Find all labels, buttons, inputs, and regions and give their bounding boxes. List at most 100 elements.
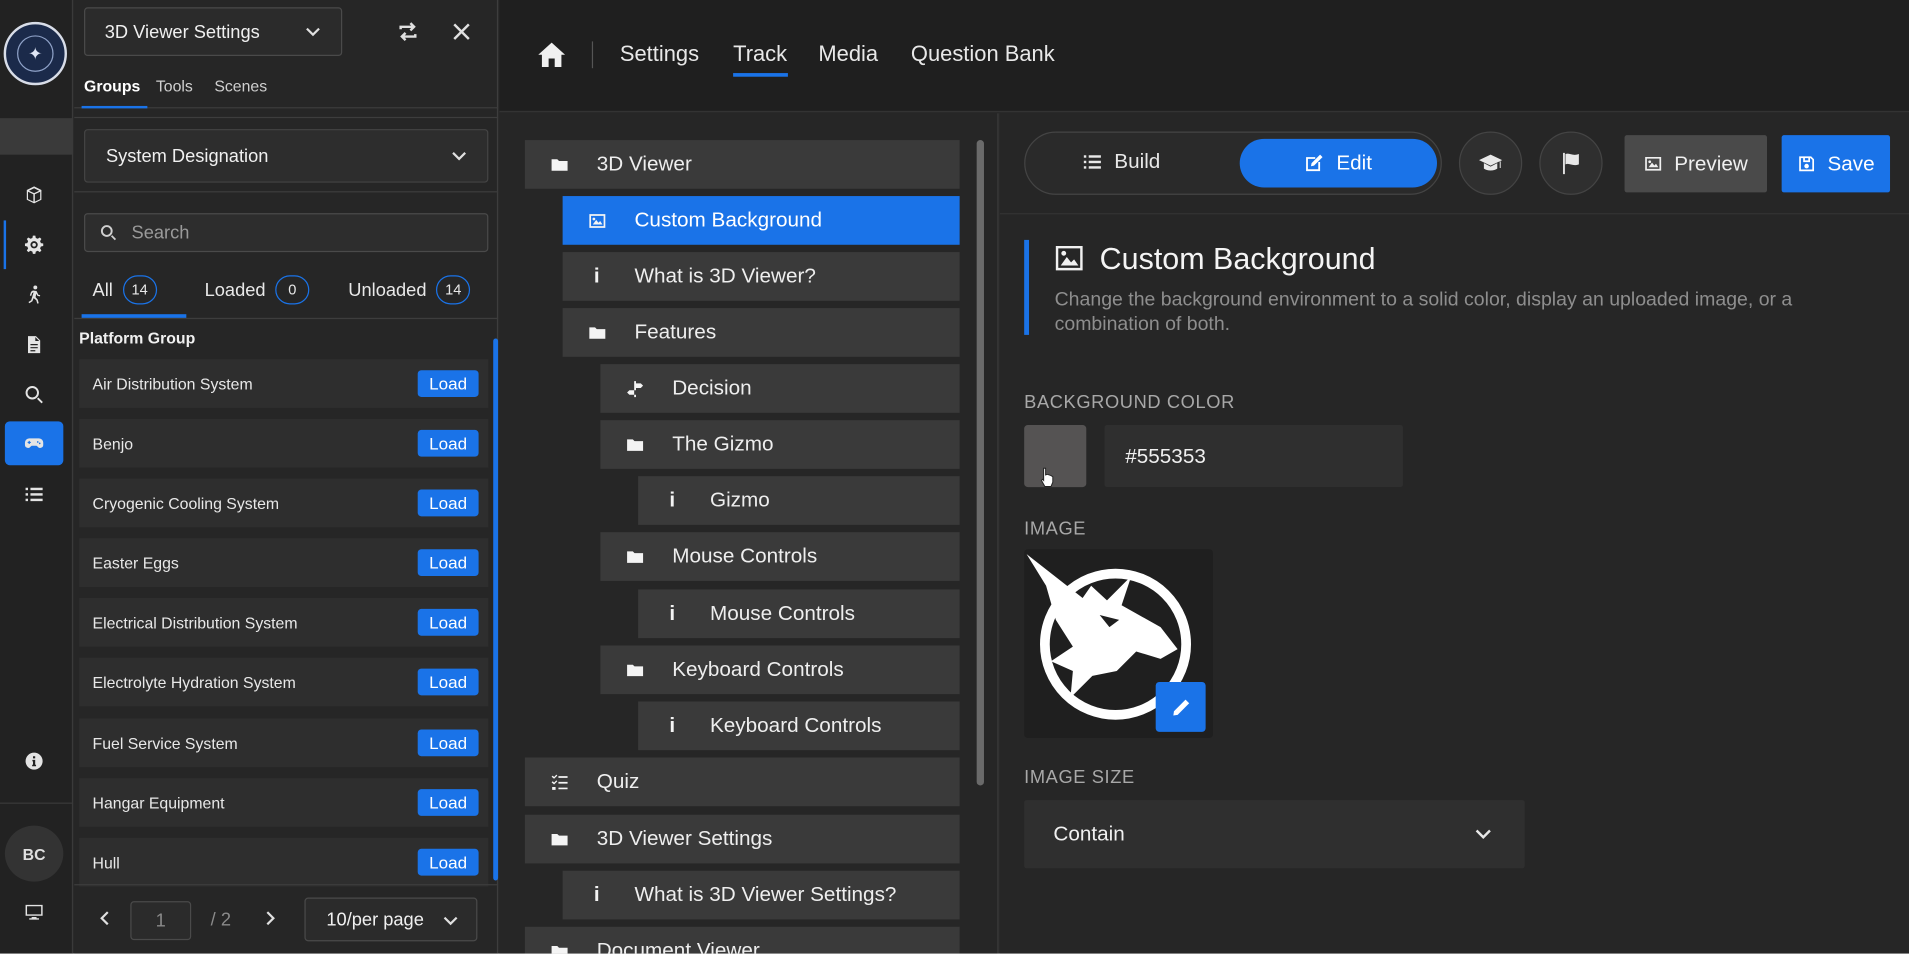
refresh-icon [399,22,417,42]
next-page-icon[interactable] [262,910,279,927]
search-icon [25,386,43,404]
folder-icon [625,660,644,679]
edit-image-button[interactable] [1155,681,1206,732]
preview-button[interactable]: Preview [1624,135,1768,193]
load-button[interactable]: Load [417,489,479,517]
tree-item-info[interactable]: i Mouse Controls [638,589,960,639]
load-button[interactable]: Load [417,370,479,398]
rail-walk-button[interactable] [5,273,63,317]
search-input[interactable]: Search [84,213,489,253]
tree-item-folder[interactable]: Keyboard Controls [600,645,960,695]
rail-cube-button[interactable] [5,173,63,217]
group-by-dropdown[interactable]: System Designation [84,129,489,183]
rail-info-button[interactable] [5,739,63,783]
tree-item-label: 3D Viewer [596,152,692,176]
image-label: IMAGE [1024,518,1087,540]
filter-all[interactable]: All 14 [93,275,157,305]
group-title: Platform Group [79,328,196,348]
rail-settings-button[interactable] [5,223,63,267]
tree-item-decision[interactable]: Decision [600,364,960,413]
tree-item-folder[interactable]: Features [562,308,960,357]
nav-question-bank[interactable]: Question Bank [911,41,1055,67]
nav-track[interactable]: Track [733,41,787,67]
close-panel-button[interactable] [444,15,478,49]
rail-display-button[interactable] [5,890,63,934]
load-button[interactable]: Load [417,608,479,636]
rail-list-button[interactable] [5,473,63,517]
tree-item-info[interactable]: i Gizmo [638,476,960,525]
tree-item-label: Decision [672,376,752,400]
tree-item-label: Document Viewer [596,938,760,954]
hex-color-input[interactable]: #555353 [1104,425,1403,488]
folder-icon [587,323,606,342]
tree-item-label: Quiz [596,769,640,793]
edit-mode-button[interactable]: Edit [1239,138,1438,188]
tree-item-info[interactable]: i What is 3D Viewer Settings? [562,870,960,920]
learning-button[interactable] [1458,131,1523,195]
info-icon: i [669,713,676,737]
flag-button[interactable] [1539,131,1603,195]
user-avatar[interactable]: BC [4,825,64,882]
scene-selector-dropdown[interactable]: 3D Viewer Settings [84,7,343,57]
pagination: 1 / 2 10/per page [74,884,499,953]
per-page-dropdown[interactable]: 10/per page [304,897,478,942]
list-item: Fuel Service System Load [79,718,489,768]
home-icon[interactable] [536,39,568,71]
rail-gamepad-button[interactable] [4,421,64,466]
filter-loaded[interactable]: Loaded 0 [205,275,310,305]
color-swatch[interactable] [1024,425,1087,488]
system-name: Fuel Service System [92,733,238,752]
panel-tabs: Groups Tools Scenes [74,67,499,109]
chevron-down-icon [452,152,466,161]
tab-scenes[interactable]: Scenes [214,77,267,95]
tree-item-info[interactable]: i What is 3D Viewer? [562,252,960,301]
load-button[interactable]: Load [417,549,479,577]
page-description: Change the background environment to a s… [1054,289,1793,335]
system-name: Easter Eggs [92,553,179,572]
load-button[interactable]: Load [417,789,479,816]
tree-item-selected[interactable]: Custom Background [562,196,960,245]
list-item: Cryogenic Cooling System Load [79,478,489,528]
load-filter-tabs: All 14 Loaded 0 Unloaded 14 [74,265,499,320]
cube-icon [26,186,42,204]
tree-item-folder[interactable]: Mouse Controls [600,532,960,581]
per-page-value: 10/per page [326,909,424,930]
track-tree: 3D Viewer Custom Background i What is 3D… [499,113,999,954]
scene-selector-value: 3D Viewer Settings [104,21,260,43]
gamepad-icon [24,438,44,448]
list-scrollbar[interactable] [493,338,499,881]
load-button[interactable]: Load [417,848,479,876]
panel-divider [74,191,499,193]
info-icon: i [593,882,600,907]
image-size-label: IMAGE SIZE [1024,767,1135,788]
tree-item-folder[interactable]: 3D Viewer Settings [524,814,960,864]
load-button[interactable]: Load [417,729,479,757]
nav-media[interactable]: Media [818,41,878,67]
tree-item-label: The Gizmo [672,432,774,456]
prev-page-icon[interactable] [96,910,113,927]
tree-item-folder[interactable]: 3D Viewer [524,140,960,189]
tab-tools[interactable]: Tools [156,77,193,95]
nav-settings[interactable]: Settings [620,41,699,67]
tree-scrollbar[interactable] [976,140,984,786]
tree-item-quiz[interactable]: Quiz [524,757,960,807]
image-icon [1055,245,1083,271]
image-size-select[interactable]: Contain [1024,800,1525,869]
build-mode-button[interactable]: Build [1083,150,1160,174]
rail-search-button[interactable] [5,373,63,417]
list-item: Hull Load [79,837,489,887]
rail-document-button[interactable] [5,323,63,367]
monitor-icon [25,904,43,920]
tree-item-info[interactable]: i Keyboard Controls [638,701,960,751]
tree-item-folder[interactable]: Document Viewer [524,926,960,954]
load-button[interactable]: Load [417,668,479,696]
refresh-button[interactable] [391,15,425,49]
tab-groups[interactable]: Groups [84,77,140,95]
load-button[interactable]: Load [417,429,479,457]
tree-item-label: 3D Viewer Settings [596,826,773,851]
mode-toggle: Build Edit [1024,131,1442,195]
filter-unloaded[interactable]: Unloaded 14 [348,275,471,305]
tree-item-folder[interactable]: The Gizmo [600,420,960,469]
page-number-input[interactable]: 1 [130,901,192,941]
save-button[interactable]: Save [1781,135,1891,193]
